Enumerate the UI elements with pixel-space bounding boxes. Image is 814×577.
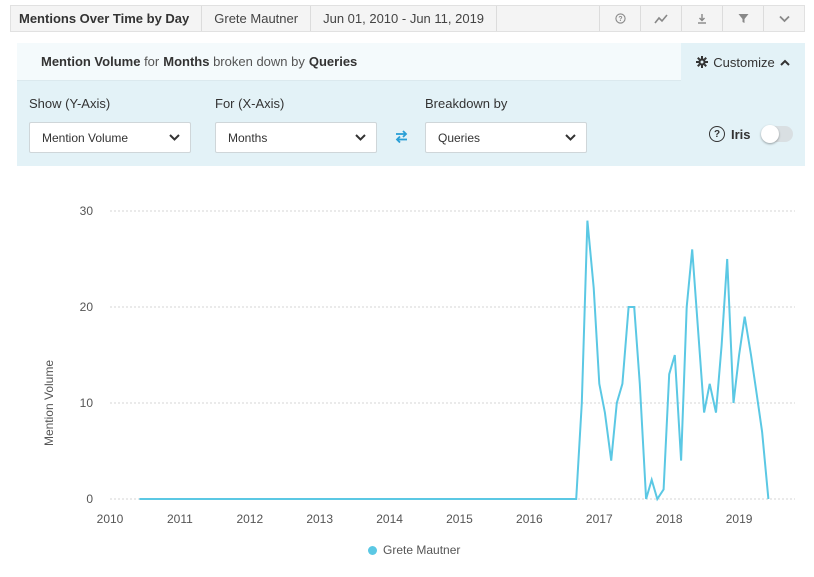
desc-broken-down: broken down by [213, 54, 305, 69]
svg-text:?: ? [618, 16, 622, 23]
y-tick-label: 30 [80, 204, 94, 218]
breakdown-select[interactable]: Queries [425, 122, 587, 153]
iris-help-icon[interactable]: ? [709, 126, 725, 142]
mention-volume-chart: 0 10 20 30 2010 2011 2012 2013 2014 2015 2016 2017… [42, 204, 795, 526]
x-axis-value: Months [228, 130, 268, 145]
help-icon: ? [614, 13, 626, 24]
swap-axes-button[interactable] [395, 130, 408, 148]
chart-legend[interactable]: Grete Mautner [368, 543, 460, 557]
gear-icon [696, 56, 709, 68]
legend-swatch [368, 545, 377, 555]
chart-type-button[interactable] [640, 6, 681, 31]
panel-header: Mention Volume for Months broken down by Q… [17, 43, 805, 81]
x-tick-label: 2013 [306, 512, 333, 526]
customize-label: Customize [713, 54, 775, 70]
user-filter[interactable]: Grete Mautner [202, 6, 312, 31]
date-range[interactable]: Jun 01, 2010 - Jun 11, 2019 [311, 6, 498, 31]
series-lines [139, 220, 770, 502]
x-tick-label: 2019 [726, 512, 753, 526]
desc-for: for [144, 54, 160, 69]
chevron-up-icon [779, 59, 790, 66]
iris-toggle-knob [760, 125, 779, 143]
x-tick-label: 2016 [516, 512, 543, 526]
desc-breakdown: Queries [308, 54, 358, 69]
x-tick-labels: 2010 2011 2012 2013 2014 2015 2016 2017 2018 2019 [97, 512, 753, 526]
legend-label: Grete Mautner [383, 543, 461, 557]
download-button[interactable] [681, 6, 722, 31]
y-axis-label: Show (Y-Axis) [29, 96, 111, 111]
breakdown-value: Queries [438, 130, 481, 145]
x-tick-label: 2011 [167, 512, 193, 526]
chevron-down-icon [169, 134, 180, 141]
chevron-down-icon [778, 15, 790, 22]
series-line-grete-mautner[interactable] [139, 220, 770, 502]
x-tick-label: 2015 [446, 512, 473, 526]
report-title: Mentions Over Time by Day [11, 6, 203, 31]
line-chart-icon [654, 13, 668, 23]
x-tick-label: 2017 [586, 512, 613, 526]
more-button[interactable] [763, 6, 804, 31]
y-tick-label: 20 [80, 300, 94, 314]
x-tick-label: 2010 [97, 512, 124, 526]
chevron-down-icon [355, 134, 366, 141]
x-axis-label: For (X-Axis) [215, 96, 285, 111]
chevron-down-icon [565, 134, 576, 141]
help-button[interactable]: ? [599, 6, 640, 31]
breakdown-label: Breakdown by [425, 96, 508, 111]
filter-icon [738, 14, 748, 23]
y-tick-labels: 0 10 20 30 [80, 204, 94, 506]
x-tick-label: 2018 [656, 512, 683, 526]
desc-interval: Months [163, 54, 210, 69]
desc-metric: Mention Volume [41, 54, 141, 69]
iris-label: Iris [731, 126, 751, 142]
download-icon [698, 14, 706, 24]
customize-button[interactable]: Customize [681, 43, 805, 81]
iris-toggle[interactable] [760, 125, 793, 143]
x-axis-select[interactable]: Months [215, 122, 377, 153]
iris-control: ? Iris [709, 125, 793, 143]
customize-panel: Mention Volume for Months broken down by Q… [17, 43, 805, 166]
y-axis-select[interactable]: Mention Volume [29, 122, 191, 153]
x-tick-label: 2014 [376, 512, 403, 526]
chart-description: Mention Volume for Months broken down by Q… [17, 43, 681, 81]
y-axis-value: Mention Volume [42, 130, 129, 145]
swap-arrows-icon [395, 130, 408, 144]
y-tick-label: 0 [86, 492, 93, 506]
y-axis-title: Mention Volume [42, 360, 56, 446]
filter-button[interactable] [722, 6, 763, 31]
report-header: Mentions Over Time by Day Grete Mautner … [10, 5, 805, 32]
y-tick-label: 10 [80, 396, 94, 410]
x-tick-label: 2012 [236, 512, 263, 526]
